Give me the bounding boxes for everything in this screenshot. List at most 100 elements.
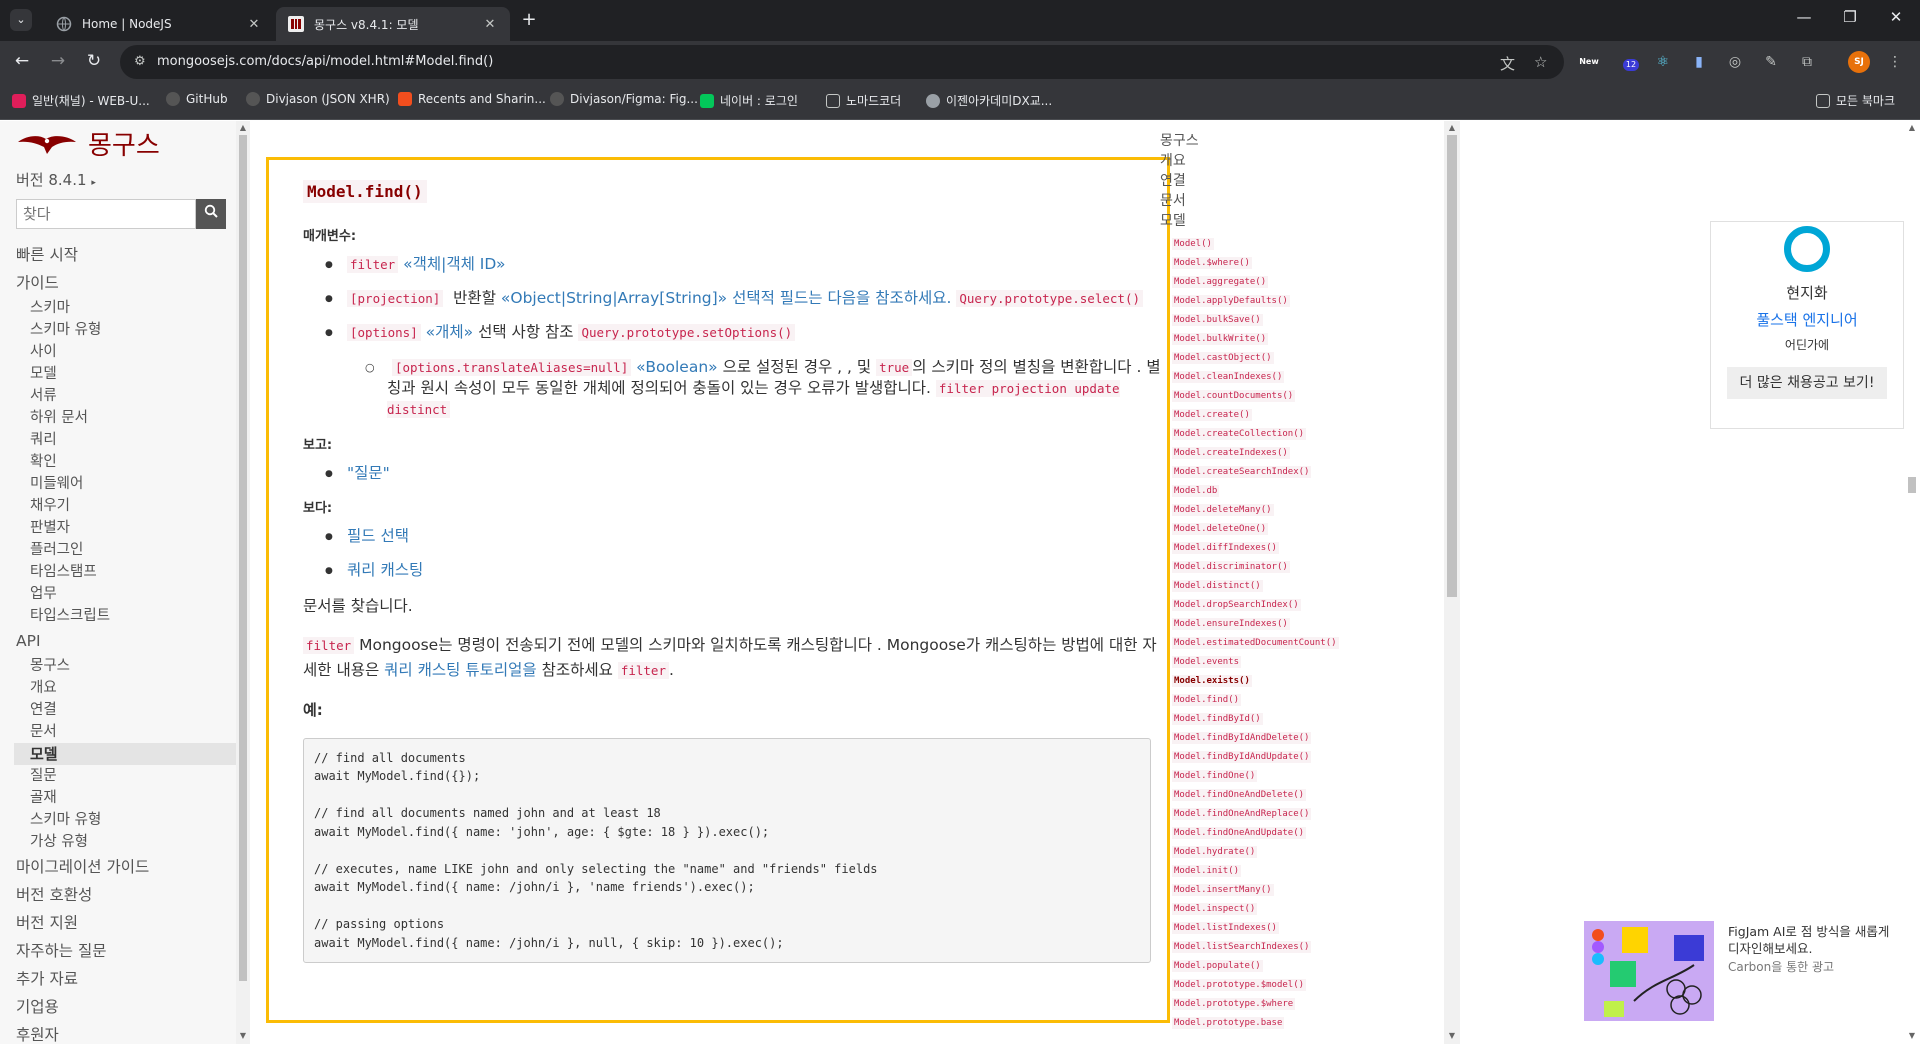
- api-method-link[interactable]: Model.findByIdAndDelete(): [1172, 729, 1339, 748]
- react-devtools-icon[interactable]: ⚛: [1652, 51, 1674, 73]
- query-casting-link[interactable]: 쿼리 캐스팅: [347, 561, 423, 579]
- sidebar-item[interactable]: 타입스크립트: [0, 605, 236, 627]
- api-method-link[interactable]: Model.findOneAndDelete(): [1172, 786, 1339, 805]
- version-selector[interactable]: 버전 8.4.1 ▸: [16, 169, 96, 190]
- bookmark-folder[interactable]: 노마드코더: [826, 92, 901, 109]
- tab-search-button[interactable]: ⌄: [10, 9, 32, 31]
- docs-extension-icon[interactable]: ▮: [1688, 51, 1710, 73]
- type-link[interactable]: «객체|객체 ID»: [403, 255, 505, 273]
- api-method-link[interactable]: Model.hydrate(): [1172, 843, 1339, 862]
- api-method-link[interactable]: Model.populate(): [1172, 957, 1339, 976]
- bookmark-item[interactable]: Divjason (JSON XHR): [246, 92, 390, 106]
- sidebar-item[interactable]: 후원자: [0, 1021, 236, 1044]
- sidebar-item[interactable]: 빠른 시작: [0, 241, 236, 269]
- profile-avatar[interactable]: SJ: [1848, 51, 1870, 73]
- sidebar-item[interactable]: 마이그레이션 가이드: [0, 853, 236, 881]
- sidebar-item[interactable]: 자주하는 질문: [0, 937, 236, 965]
- sidebar-item[interactable]: 스키마: [0, 297, 236, 319]
- sidebar-item[interactable]: 질문: [0, 765, 236, 787]
- restore-icon[interactable]: ❐: [1828, 8, 1872, 26]
- sidebar-item[interactable]: 버전 호환성: [0, 881, 236, 909]
- api-method-link[interactable]: Model.listIndexes(): [1172, 919, 1339, 938]
- api-method-link[interactable]: Model.findOneAndReplace(): [1172, 805, 1339, 824]
- api-method-link[interactable]: Model.findOneAndUpdate(): [1172, 824, 1339, 843]
- tab-close-icon[interactable]: ✕: [246, 17, 262, 32]
- api-method-link[interactable]: Model.exists(): [1172, 672, 1339, 691]
- reload-icon[interactable]: ↻: [82, 50, 106, 74]
- carbon-ad[interactable]: FigJam AI로 점 방식을 새롭게 디자인해보세요. Carbon을 통한…: [1584, 921, 1904, 1025]
- api-index-link[interactable]: 연결: [1160, 171, 1199, 191]
- type-link[interactable]: «Boolean»: [636, 358, 717, 376]
- sidebar-item[interactable]: 업무: [0, 583, 236, 605]
- api-method-link[interactable]: Model.cleanIndexes(): [1172, 368, 1339, 387]
- api-method-link[interactable]: Model.createIndexes(): [1172, 444, 1339, 463]
- api-method-link[interactable]: Model(): [1172, 235, 1339, 254]
- api-method-link[interactable]: Model.prototype.base: [1172, 1014, 1339, 1033]
- extensions-puzzle-icon[interactable]: ⧉: [1796, 51, 1818, 73]
- tab-nodejs[interactable]: Home | NodeJS ✕: [44, 7, 274, 41]
- job-role-link[interactable]: 풀스택 엔지니어: [1711, 309, 1903, 330]
- api-method-link[interactable]: Model.findById(): [1172, 710, 1339, 729]
- sidebar-item[interactable]: 채우기: [0, 495, 236, 517]
- translate-icon[interactable]: 文: [1500, 53, 1515, 74]
- sidebar-item[interactable]: 확인: [0, 451, 236, 473]
- bookmark-item[interactable]: Divjason/Figma: Fig...: [550, 92, 698, 106]
- api-method-link[interactable]: Model.inspect(): [1172, 900, 1339, 919]
- record-extension-icon[interactable]: ◎: [1724, 51, 1746, 73]
- api-method-link[interactable]: Model.$where(): [1172, 254, 1339, 273]
- api-method-link[interactable]: Model.countDocuments(): [1172, 387, 1339, 406]
- logo[interactable]: 몽구스: [16, 125, 160, 161]
- api-method-link[interactable]: Model.castObject(): [1172, 349, 1339, 368]
- sidebar-item[interactable]: 미들웨어: [0, 473, 236, 495]
- api-method-link[interactable]: Model.aggregate(): [1172, 273, 1339, 292]
- sidebar-item[interactable]: 버전 지원: [0, 909, 236, 937]
- api-method-link[interactable]: Model.deleteOne(): [1172, 520, 1339, 539]
- api-method-link[interactable]: Model.find(): [1172, 691, 1339, 710]
- sidebar-item[interactable]: 추가 자료: [0, 965, 236, 993]
- api-method-link[interactable]: Model.applyDefaults(): [1172, 292, 1339, 311]
- sidebar-item[interactable]: 가이드: [0, 269, 236, 297]
- menu-dots-icon[interactable]: ⋮: [1884, 51, 1906, 73]
- sidebar-item[interactable]: 문서: [0, 721, 236, 743]
- bookmark-item[interactable]: GitHub: [166, 92, 228, 106]
- sidebar-item[interactable]: 모델: [14, 743, 236, 765]
- tab-mongoose-model[interactable]: 몽구스 v8.4.1: 모델 ✕: [276, 7, 510, 41]
- type-link[interactable]: «개체»: [426, 323, 474, 341]
- sidebar-item[interactable]: 스키마 유형: [0, 809, 236, 831]
- api-method-link[interactable]: Model.create(): [1172, 406, 1339, 425]
- sidebar-item[interactable]: 스키마 유형: [0, 319, 236, 341]
- search-icon[interactable]: [196, 199, 226, 229]
- sidebar-item[interactable]: 모델: [0, 363, 236, 385]
- api-method-link[interactable]: Model.createCollection(): [1172, 425, 1339, 444]
- api-method-link[interactable]: Model.bulkSave(): [1172, 311, 1339, 330]
- api-index-link[interactable]: 문서: [1160, 191, 1199, 211]
- bookmark-item[interactable]: Recents and Sharin...: [398, 92, 546, 106]
- job-card[interactable]: 현지화 풀스택 엔지니어 어딘가에 더 많은 채용공고 보기!: [1710, 221, 1904, 429]
- sidebar-item[interactable]: 골재: [0, 787, 236, 809]
- api-method-link[interactable]: Model.bulkWrite(): [1172, 330, 1339, 349]
- site-info-icon[interactable]: ⚙: [134, 54, 146, 69]
- api-method-link[interactable]: Model.createSearchIndex(): [1172, 463, 1339, 482]
- ad-via[interactable]: Carbon을 통한 광고: [1728, 959, 1904, 976]
- more-jobs-button[interactable]: 더 많은 채용공고 보기!: [1727, 367, 1887, 399]
- api-index-link[interactable]: 모델: [1160, 211, 1199, 231]
- sidebar-item[interactable]: 쿼리: [0, 429, 236, 451]
- api-method-link[interactable]: Model.prototype.$where: [1172, 995, 1339, 1014]
- api-method-link[interactable]: Model.insertMany(): [1172, 881, 1339, 900]
- sidebar-item[interactable]: 사이: [0, 341, 236, 363]
- sidebar-item[interactable]: 기업용: [0, 993, 236, 1021]
- bookmark-item[interactable]: 일반(채널) - WEB-U...: [12, 92, 150, 109]
- bookmark-star-icon[interactable]: ☆: [1534, 53, 1547, 71]
- new-extension-icon[interactable]: New: [1578, 51, 1600, 73]
- api-method-link[interactable]: Model.dropSearchIndex(): [1172, 596, 1339, 615]
- back-icon[interactable]: ←: [10, 50, 34, 74]
- api-method-link[interactable]: Model.estimatedDocumentCount(): [1172, 634, 1339, 653]
- sidebar-item[interactable]: 하위 문서: [0, 407, 236, 429]
- api-index-link[interactable]: 몽구스: [1160, 131, 1199, 151]
- search-input[interactable]: [16, 199, 196, 229]
- api-method-link[interactable]: Model.ensureIndexes(): [1172, 615, 1339, 634]
- tab-close-icon[interactable]: ✕: [482, 17, 498, 32]
- ad-text[interactable]: FigJam AI로 점 방식을 새롭게 디자인해보세요. Carbon을 통한…: [1728, 923, 1904, 976]
- api-method-link[interactable]: Model.init(): [1172, 862, 1339, 881]
- sidebar-item[interactable]: 개요: [0, 677, 236, 699]
